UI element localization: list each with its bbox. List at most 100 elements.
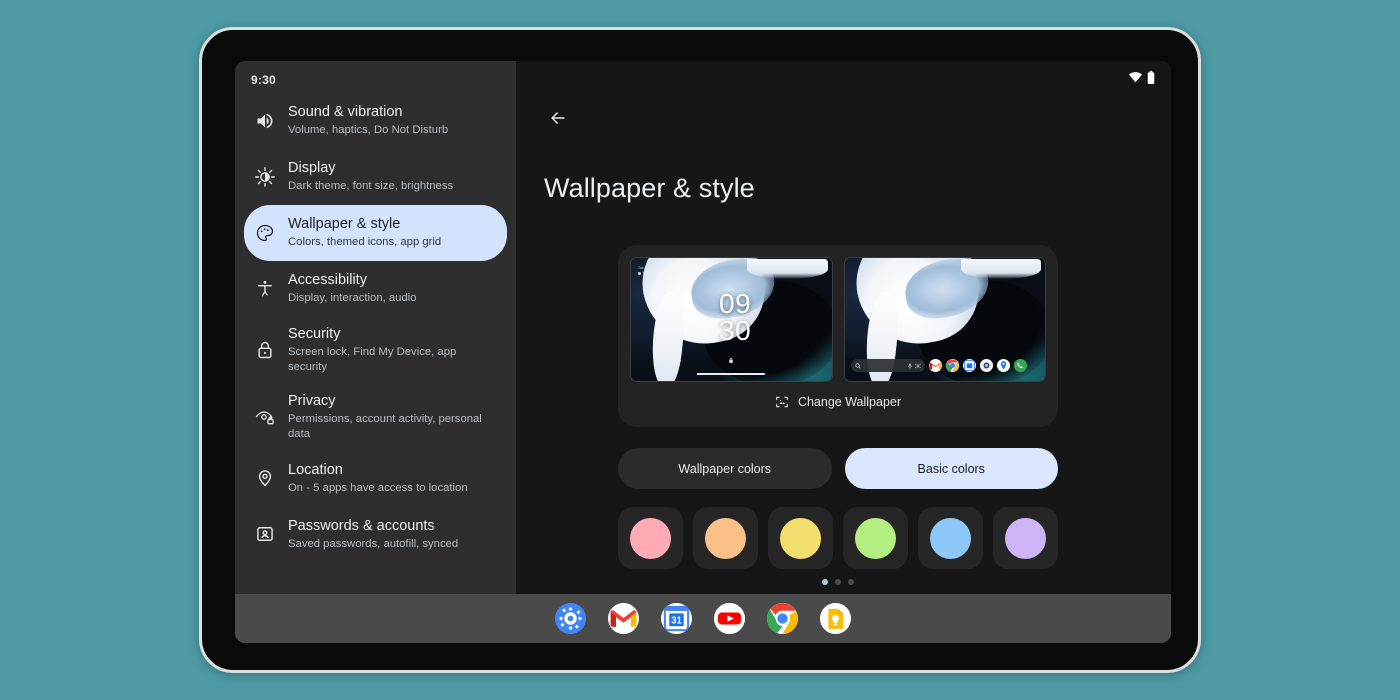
palette-icon bbox=[254, 222, 276, 244]
clock-minutes: 30 bbox=[719, 314, 752, 346]
swatch-dot bbox=[705, 517, 746, 559]
home-screen-dock bbox=[850, 359, 1041, 372]
sidebar-item-text: Passwords & accounts Saved passwords, au… bbox=[288, 517, 458, 552]
brightness-icon bbox=[254, 166, 276, 188]
swatch-dot bbox=[930, 517, 971, 559]
sidebar-item-location[interactable]: Location On - 5 apps have access to loca… bbox=[244, 450, 507, 506]
page-dot[interactable] bbox=[848, 579, 854, 585]
sidebar-item-title: Passwords & accounts bbox=[288, 517, 435, 534]
page-indicator-dots bbox=[618, 579, 1058, 585]
back-button[interactable] bbox=[545, 107, 571, 133]
page-dot[interactable] bbox=[835, 579, 841, 585]
lock-icon bbox=[728, 357, 735, 364]
tablet-screen: 9:30 Sound & vibration Volume, haptics, … bbox=[235, 61, 1171, 643]
weather-dot-icon bbox=[638, 272, 641, 276]
wallpaper-preview-card: Tue, Jul 19 68°F 09 30 Change Wallpaper bbox=[618, 245, 1058, 427]
sidebar-item-subtitle: Colors, themed icons, app grid bbox=[288, 236, 442, 249]
lock-icon bbox=[254, 339, 276, 361]
sidebar-item-wallpaper-style[interactable]: Wallpaper & style Colors, themed icons, … bbox=[244, 205, 507, 261]
sidebar-item-text: Privacy Permissions, account activity, p… bbox=[288, 392, 497, 443]
sidebar-item-text: Location On - 5 apps have access to loca… bbox=[288, 461, 468, 496]
sidebar-item-title: Sound & vibration bbox=[288, 104, 403, 121]
calendar-icon[interactable] bbox=[962, 359, 976, 372]
sidebar-item-subtitle: Volume, haptics, Do Not Disturb bbox=[288, 124, 449, 137]
sidebar-item-privacy[interactable]: Privacy Permissions, account activity, p… bbox=[244, 384, 507, 451]
lens-icon bbox=[914, 363, 921, 369]
sidebar-item-text: Accessibility Display, interaction, audi… bbox=[288, 271, 417, 306]
sidebar-item-text: Display Dark theme, font size, brightnes… bbox=[288, 159, 453, 194]
sidebar-item-display[interactable]: Display Dark theme, font size, brightnes… bbox=[244, 149, 507, 205]
microphone-icon bbox=[907, 363, 913, 369]
taskbar-keep-icon[interactable] bbox=[820, 603, 851, 634]
color-swatch-pink[interactable] bbox=[618, 507, 683, 569]
color-source-tabs: Wallpaper colors Basic colors bbox=[618, 448, 1058, 489]
lock-screen-preview[interactable]: Tue, Jul 19 68°F 09 30 bbox=[630, 257, 833, 382]
screen-body: 9:30 Sound & vibration Volume, haptics, … bbox=[235, 61, 1171, 594]
change-wallpaper-button[interactable]: Change Wallpaper bbox=[630, 382, 1046, 422]
image-crop-icon bbox=[775, 395, 789, 409]
color-swatch-purple[interactable] bbox=[993, 507, 1058, 569]
lock-weather-row: 68°F bbox=[638, 271, 655, 276]
swatch-dot bbox=[855, 517, 896, 559]
lock-weather-text: 68°F bbox=[643, 271, 651, 276]
sidebar-item-title: Privacy bbox=[288, 392, 336, 409]
taskbar-chrome-icon[interactable] bbox=[767, 603, 798, 634]
swatch-dot bbox=[630, 517, 671, 559]
camera-icon[interactable] bbox=[979, 359, 993, 372]
tab-wallpaper-colors[interactable]: Wallpaper colors bbox=[618, 448, 832, 489]
taskbar-settings-icon[interactable] bbox=[555, 603, 586, 634]
sidebar-clock: 9:30 bbox=[251, 73, 276, 87]
taskbar-gmail-icon[interactable] bbox=[608, 603, 639, 634]
color-swatch-row bbox=[618, 507, 1058, 569]
taskbar-calendar-icon[interactable]: 31 bbox=[661, 603, 692, 634]
page-title: Wallpaper & style bbox=[544, 173, 755, 203]
wifi-icon bbox=[1129, 72, 1142, 83]
sidebar-item-title: Display bbox=[288, 160, 336, 177]
home-screen-preview[interactable] bbox=[843, 257, 1046, 382]
page-dot[interactable] bbox=[822, 579, 828, 585]
taskbar-youtube-icon[interactable] bbox=[714, 603, 745, 634]
sidebar-item-accessibility[interactable]: Accessibility Display, interaction, audi… bbox=[244, 261, 507, 317]
color-swatch-orange[interactable] bbox=[693, 507, 758, 569]
sidebar-item-subtitle: On - 5 apps have access to location bbox=[288, 481, 468, 494]
sidebar-item-subtitle: Saved passwords, autofill, synced bbox=[288, 537, 459, 550]
location-pin-icon bbox=[254, 467, 276, 489]
chrome-icon[interactable] bbox=[945, 359, 959, 372]
volume-icon bbox=[254, 110, 276, 132]
sidebar-item-text: Wallpaper & style Colors, themed icons, … bbox=[288, 215, 441, 250]
google-search-bar[interactable] bbox=[850, 359, 925, 372]
gmail-icon[interactable] bbox=[928, 359, 942, 372]
swatch-dot bbox=[780, 517, 821, 559]
color-swatch-yellow[interactable] bbox=[768, 507, 833, 569]
color-swatch-green[interactable] bbox=[843, 507, 908, 569]
system-taskbar: 31 bbox=[235, 594, 1171, 643]
sidebar-item-sound-vibration[interactable]: Sound & vibration Volume, haptics, Do No… bbox=[244, 93, 507, 149]
sidebar-item-security[interactable]: Security Screen lock, Find My Device, ap… bbox=[244, 317, 507, 384]
eye-lock-icon bbox=[254, 406, 276, 428]
status-bar bbox=[1129, 71, 1155, 84]
swatch-dot bbox=[1005, 517, 1046, 559]
phone-icon[interactable] bbox=[1013, 359, 1027, 372]
settings-sidebar: 9:30 Sound & vibration Volume, haptics, … bbox=[235, 61, 516, 594]
back-arrow-icon bbox=[548, 108, 568, 133]
tab-label: Basic colors bbox=[917, 461, 985, 476]
sidebar-item-subtitle: Display, interaction, audio bbox=[288, 292, 417, 305]
sidebar-item-passwords-accounts[interactable]: Passwords & accounts Saved passwords, au… bbox=[244, 506, 507, 562]
search-icon bbox=[854, 362, 861, 369]
sidebar-item-subtitle: Dark theme, font size, brightness bbox=[288, 180, 454, 193]
sidebar-item-subtitle: Permissions, account activity, personal … bbox=[288, 412, 482, 440]
id-card-icon bbox=[254, 523, 276, 545]
wallpaper-style-panel: Wallpaper & style Tue, Jul 19 68°F 09 30… bbox=[516, 61, 1171, 594]
sidebar-item-title: Security bbox=[288, 326, 341, 342]
accessibility-icon bbox=[254, 278, 276, 300]
sidebar-item-title: Location bbox=[288, 461, 343, 478]
lock-screen-meta: Tue, Jul 19 68°F bbox=[638, 266, 655, 276]
change-wallpaper-label: Change Wallpaper bbox=[797, 395, 902, 409]
tab-basic-colors[interactable]: Basic colors bbox=[844, 448, 1058, 489]
color-swatch-blue[interactable] bbox=[918, 507, 983, 569]
sidebar-item-text: Security Screen lock, Find My Device, ap… bbox=[288, 325, 497, 376]
preview-thumbnails: Tue, Jul 19 68°F 09 30 bbox=[630, 257, 1046, 382]
maps-icon[interactable] bbox=[996, 359, 1010, 372]
sidebar-item-title: Accessibility bbox=[288, 272, 367, 289]
sidebar-item-title: Wallpaper & style bbox=[288, 216, 401, 233]
